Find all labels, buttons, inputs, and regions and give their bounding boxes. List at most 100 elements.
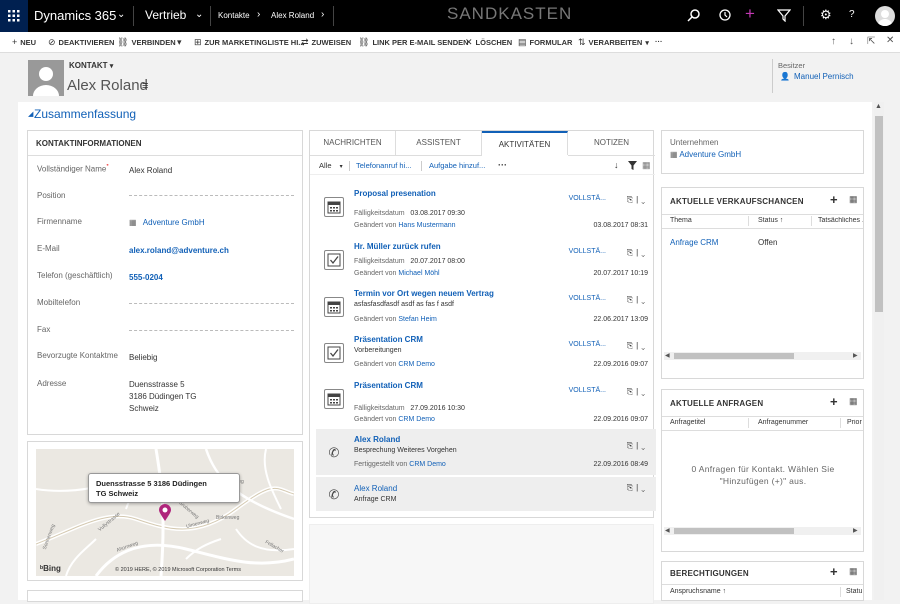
tab-posts[interactable]: NACHRICHTEN [310,131,396,155]
activity-actions[interactable]: ⎘|⌄ [627,387,648,397]
recent-history-icon[interactable] [718,8,732,22]
activity-title[interactable]: Präsentation CRM [354,381,423,390]
column-header-case-number[interactable]: Anfragenummer [758,419,808,426]
delete-button[interactable]: ✕ LÖSCHEN [465,37,512,48]
scroll-right-arrow-icon[interactable]: ▶ [853,527,858,534]
connect-dropdown-button[interactable]: ▾ [177,37,182,48]
activity-title[interactable]: Alex Roland [354,435,400,444]
grid-view-icon[interactable]: ▦ [849,194,858,205]
business-phone-field[interactable]: 555-0204 [129,273,163,282]
previous-record-arrow-icon[interactable]: ↑ [831,36,836,47]
open-icon[interactable]: ⎘ [627,441,636,450]
company-name-field[interactable]: ▦ Adventure GmbH [129,218,205,227]
breadcrumb-record[interactable]: Alex Roland [271,11,314,20]
activity-actions[interactable]: ⎘|⌄ [627,341,648,351]
location-pin-icon[interactable] [158,504,172,522]
area-chevron-down-icon[interactable]: ⌄ [195,9,203,20]
contact-photo[interactable] [28,60,64,96]
grid-view-icon[interactable]: ▦ [849,396,858,407]
activity-item[interactable]: Hr. Müller zurück rufen VOLLSTÄ... ⎘|⌄ F… [316,236,656,282]
expand-chevron-icon[interactable]: ⌄ [641,195,648,204]
summary-section-title[interactable]: Zusammenfassung [34,107,136,121]
column-header-status[interactable]: Statu [846,588,863,595]
add-phone-call-button[interactable]: Telefonanruf hi... [356,161,411,170]
activity-item[interactable]: ✆ Alex Roland ⎘|⌄ Anfrage CRM [316,477,656,511]
address-line-2[interactable]: 3186 Düdingen TG [129,392,196,401]
activity-title[interactable]: Proposal presenation [354,189,436,198]
user-avatar[interactable] [875,6,895,26]
column-header-claim-name[interactable]: Anspruchsname ↑ [670,588,726,595]
breadcrumb-contacts[interactable]: Kontakte [218,11,250,20]
close-icon[interactable]: ✕ [886,35,894,46]
expand-chevron-icon[interactable]: ⌄ [641,441,648,450]
settings-gear-icon[interactable]: ⚙ [820,7,832,23]
entity-type-label[interactable]: KONTAKT ▾ [69,61,113,70]
scroll-right-arrow-icon[interactable]: ▶ [853,352,858,359]
address-line-3[interactable]: Schweiz [129,404,159,413]
tab-activities[interactable]: AKTIVITÄTEN [482,131,568,155]
scroll-thumb[interactable] [875,116,883,312]
owner-link[interactable]: Manuel Pernisch [794,72,854,81]
expand-chevron-icon[interactable]: ⌄ [641,248,648,257]
full-name-field[interactable]: Alex Roland [129,166,172,175]
expand-chevron-icon[interactable]: ⌄ [641,295,648,304]
deactivate-button[interactable]: ⊘ DEAKTIVIEREN [48,37,114,48]
scroll-thumb[interactable] [674,528,794,534]
add-task-button[interactable]: Aufgabe hinzuf... [429,161,485,170]
summary-collapse-icon[interactable]: ◢ [28,110,33,118]
horizontal-scrollbar[interactable]: ◀ ▶ [664,527,861,535]
column-header-topic[interactable]: Thema [670,217,692,224]
activity-actions[interactable]: ⎘|⌄ [627,248,648,258]
scroll-thumb[interactable] [674,353,794,359]
app-name[interactable]: Dynamics 365 [34,8,116,23]
activity-title[interactable]: Hr. Müller zurück rufen [354,242,441,251]
filter-icon[interactable] [628,161,637,170]
expand-chevron-icon[interactable]: ⌄ [641,341,648,350]
activity-actions[interactable]: ⎘|⌄ [627,295,648,305]
activity-item[interactable]: Proposal presenation VOLLSTÄ... ⎘|⌄ Fäll… [316,183,656,229]
search-icon[interactable] [687,8,701,22]
open-icon[interactable]: ⎘ [627,341,636,350]
horizontal-scrollbar[interactable]: ◀ ▶ [664,352,861,360]
add-case-plus-icon[interactable]: + [830,394,838,409]
record-menu-icon[interactable]: ≡ [142,80,148,92]
quick-create-plus-icon[interactable]: + [745,4,755,24]
grid-view-icon[interactable]: ▦ [642,160,651,171]
activity-actions[interactable]: ⎘|⌄ [627,441,648,451]
expand-chevron-icon[interactable]: ⌄ [641,483,648,492]
address-line-1[interactable]: Duensstrasse 5 [129,380,185,389]
pop-out-icon[interactable]: ⇱ [867,36,875,47]
add-permission-plus-icon[interactable]: + [830,564,838,579]
company-value[interactable]: ▦ Adventure GmbH [670,150,741,159]
add-to-marketing-list-button[interactable]: ⊞ ZUR MARKETINGLISTE HI... [194,37,305,48]
mobile-phone-field[interactable] [129,303,294,304]
open-icon[interactable]: ⎘ [627,483,636,492]
more-activity-actions-button[interactable]: ··· [498,160,507,170]
breadcrumb-chevron-icon[interactable]: › [321,9,324,20]
column-header-case-title[interactable]: Anfragetitel [670,419,705,426]
preferred-contact-field[interactable]: Beliebig [129,353,157,362]
scroll-left-arrow-icon[interactable]: ◀ [665,352,670,359]
grid-view-icon[interactable]: ▦ [849,566,858,577]
area-switcher[interactable]: Vertrieb [145,8,186,22]
opportunity-topic-link[interactable]: Anfrage CRM [670,238,718,247]
column-header-priority[interactable]: Prior [847,419,863,426]
assign-button[interactable]: ⇄ ZUWEISEN [301,37,351,48]
activity-actions[interactable]: ⎘|⌄ [627,195,648,205]
activity-actions[interactable]: ⎘|⌄ [627,483,648,493]
scroll-left-arrow-icon[interactable]: ◀ [665,527,670,534]
activity-title[interactable]: Alex Roland [354,484,397,493]
advanced-find-filter-icon[interactable] [777,8,791,22]
new-button[interactable]: + NEU [12,37,36,47]
add-opportunity-plus-icon[interactable]: + [830,192,838,207]
activity-item[interactable]: Präsentation CRM VOLLSTÄ... ⎘|⌄ Vorberei… [316,329,656,375]
email-link-button[interactable]: ⛓ LINK PER E-MAIL SENDEN [358,37,469,48]
activity-title[interactable]: Termin vor Ort wegen neuem Vertrag [354,289,494,298]
email-field[interactable]: alex.roland@adventure.ch [129,246,229,255]
sort-arrow-icon[interactable]: ↓ [614,160,619,170]
activity-item[interactable]: ✆ Alex Roland ⎘|⌄ Besprechung Weiteres V… [316,429,656,475]
activity-filter-select[interactable]: Alle ▾ [319,161,343,170]
map-canvas[interactable]: Vullystrasse Ulmenweg Birkenweg Ahornweg… [36,449,294,576]
process-button[interactable]: ⇅ VERARBEITEN ▾ [578,37,649,48]
open-icon[interactable]: ⎘ [627,295,636,304]
